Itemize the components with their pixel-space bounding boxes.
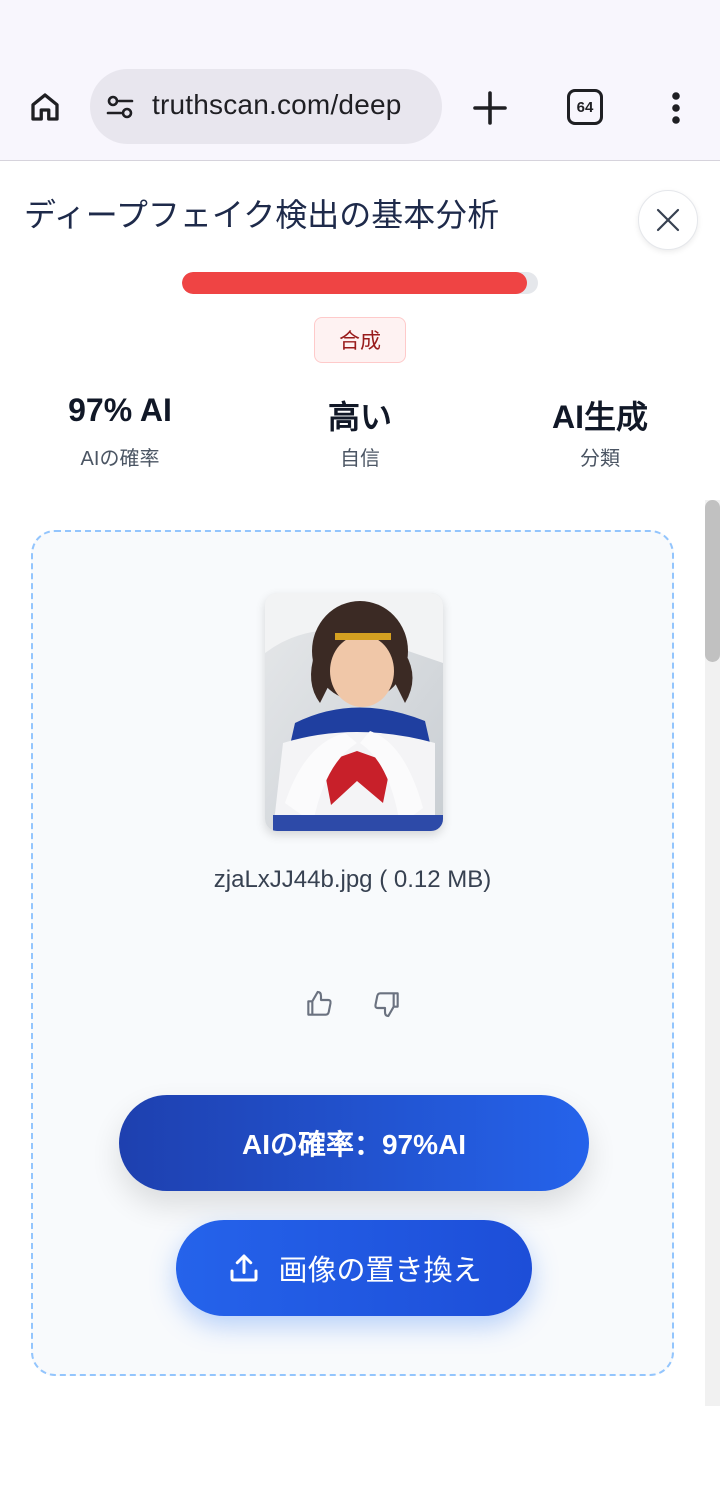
tab-switcher-button[interactable]: 64 xyxy=(567,89,603,125)
thumbs-down-icon[interactable] xyxy=(371,988,403,1020)
close-icon xyxy=(656,208,680,232)
scrollbar[interactable] xyxy=(705,500,720,1406)
uploaded-image-thumbnail xyxy=(265,593,443,831)
home-icon xyxy=(31,93,59,121)
close-button[interactable] xyxy=(638,190,698,250)
replace-image-button[interactable]: 画像の置き換え xyxy=(176,1220,532,1316)
stat-confidence: 高い 自信 xyxy=(260,392,460,471)
tune-icon[interactable] xyxy=(104,91,136,123)
stat-probability-label: AIの確率 xyxy=(80,448,160,470)
browser-toolbar: truthscan.com/deep 64 xyxy=(0,0,720,161)
stat-classification: AI生成 分類 xyxy=(500,392,700,471)
upload-icon xyxy=(230,1254,258,1282)
stat-classification-value: AI生成 xyxy=(551,399,648,435)
stat-confidence-label: 自信 xyxy=(340,448,380,470)
ai-probability-fill xyxy=(182,272,528,294)
ai-probability-button[interactable]: AIの確率：97%AI xyxy=(119,1095,589,1191)
scrollbar-thumb[interactable] xyxy=(705,500,720,662)
new-tab-button[interactable] xyxy=(468,86,512,130)
tab-count: 64 xyxy=(576,98,594,116)
file-info: zjaLxJJ44b.jpg ( 0.12 MB) xyxy=(213,866,492,893)
stat-confidence-value: 高い xyxy=(327,399,392,435)
home-button[interactable] xyxy=(22,84,68,130)
upload-card: zjaLxJJ44b.jpg ( 0.12 MB) AIの確率：97%AI 画像… xyxy=(31,530,674,1376)
thumbs-up-icon[interactable] xyxy=(303,988,335,1020)
page-title: ディープフェイク検出の基本分析 xyxy=(24,197,500,233)
ai-probability-bar xyxy=(182,272,538,294)
url-text[interactable]: truthscan.com/deep xyxy=(152,89,430,121)
stat-classification-label: 分類 xyxy=(580,448,620,470)
stat-probability: 97% AI AIの確率 xyxy=(20,392,220,471)
replace-image-label: 画像の置き換え xyxy=(278,1255,482,1287)
verdict-badge: 合成 xyxy=(314,317,406,363)
stat-probability-value: 97% AI xyxy=(68,392,172,428)
more-vert-icon[interactable] xyxy=(664,88,688,128)
address-bar[interactable]: truthscan.com/deep xyxy=(90,69,442,144)
